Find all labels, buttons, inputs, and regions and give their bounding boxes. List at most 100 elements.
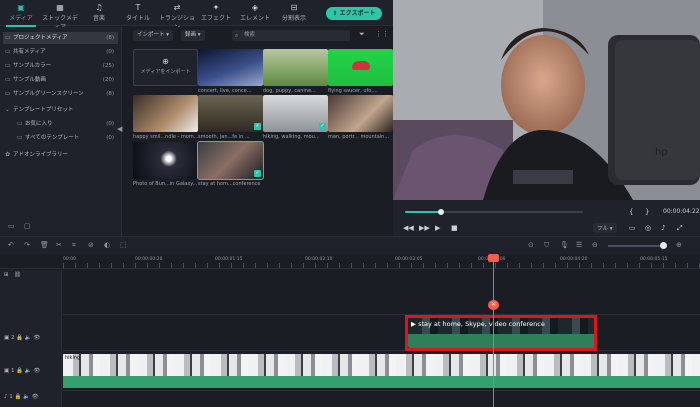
tab-split-screen[interactable]: ⊟ 分割表示 [275, 2, 313, 24]
tab-label: メディア [9, 15, 33, 22]
track-manager-icon[interactable]: ☰ [576, 241, 582, 249]
marker-icon[interactable]: ⛉ [544, 241, 549, 250]
tree-item[interactable]: ▭ サンプルカラー (25) [3, 60, 118, 72]
tree-item[interactable]: ▭ すべてのテンプレート (0) [3, 132, 118, 144]
ruler-tick [87, 263, 88, 268]
eye-icon[interactable]: 👁 [30, 394, 39, 400]
man-portrait-thumbnail[interactable] [328, 95, 393, 132]
mark-out-icon[interactable]: } [645, 208, 649, 216]
playhead-line[interactable] [493, 256, 494, 407]
playback-scrubber-handle[interactable] [437, 209, 444, 215]
app-window: ▣ メディア ▦ストックメディア ♫ 音楽 T タイトル ⇄トランジション ✦ エフェクト ◈ エレメ… [0, 0, 700, 407]
eye-icon[interactable]: 👁 [32, 368, 40, 374]
tab-title[interactable]: T タイトル [119, 2, 157, 24]
tab-transition[interactable]: ⇄トランジション [158, 2, 196, 31]
mic-icon[interactable]: 🎙 [560, 241, 569, 249]
ruler-tick [687, 263, 688, 268]
ruler-tick [567, 263, 568, 268]
tree-item[interactable]: ▭ お気に入り (0) [3, 118, 118, 130]
zoom-in-icon[interactable]: ⊕ [676, 241, 682, 249]
speaker-icon[interactable]: 🔈 [23, 368, 32, 374]
speaker-icon[interactable]: 🔈 [21, 394, 30, 400]
link-icon[interactable]: ⛓ [14, 272, 21, 278]
video-clip-lower[interactable]: hiking [63, 354, 700, 388]
folder-icon: ▭ [5, 62, 11, 69]
galaxy-thumbnail[interactable] [133, 142, 198, 179]
tree-item[interactable]: ▭ サンプル動画 (20) [3, 74, 118, 86]
render-icon[interactable]: ⊙ [528, 241, 534, 249]
filter-icon[interactable]: ⏷ [359, 30, 365, 39]
ruler-tick [495, 263, 496, 268]
snapshot-icon[interactable]: ◎ [645, 224, 651, 232]
tree-item[interactable]: ✿ アドオンライブラリー [3, 149, 118, 161]
search-input[interactable]: ⌕ 検索 [232, 30, 350, 41]
import-tile-label: メディアをインポート [140, 69, 191, 75]
speaker-icon[interactable]: 🔈 [23, 335, 32, 341]
record-dropdown[interactable]: 録画 ▾ [181, 30, 205, 41]
zoom-slider[interactable] [608, 245, 662, 247]
export-button[interactable]: ⇧ エクスポート [326, 7, 382, 20]
new-folder-icon[interactable]: ▭ [8, 222, 15, 230]
dog-thumbnail[interactable] [263, 49, 328, 86]
hiking-thumbnail[interactable]: ✓ [263, 95, 328, 132]
mark-in-icon[interactable]: { [629, 208, 633, 216]
zoom-slider-handle[interactable] [660, 242, 667, 249]
volume-icon[interactable]: ♪ [661, 224, 665, 232]
audio-mixer-icon[interactable]: ⬚ [120, 241, 127, 249]
tab-stock-media[interactable]: ▦ストックメディア [41, 2, 79, 31]
quality-dropdown[interactable]: フル ▾ [593, 223, 617, 233]
tree-item-label: すべてのテンプレート [25, 135, 80, 141]
timeline-ruler[interactable]: 00:00 00:00:00:20 00:00:01:15 00:00:02:10 00… [0, 255, 700, 269]
ufo-thumbnail[interactable] [328, 49, 393, 86]
tree-item[interactable]: ▭ 共有メディア (0) [3, 46, 118, 58]
stay-at-home-thumbnail[interactable]: ✓ [197, 141, 264, 180]
ruler-tick [183, 263, 184, 268]
ruler-tick [507, 263, 508, 268]
ruler-label: 00:00:00:20 [135, 257, 163, 262]
tree-item[interactable]: ⌄ テンプレートプリセット [3, 104, 118, 116]
display-icon[interactable]: ▭ [629, 224, 636, 232]
track-header-video-1: ▣ 1 🔒 🔈 👁 [4, 368, 40, 374]
delete-icon[interactable]: 🗑 [40, 241, 49, 249]
tab-effect[interactable]: ✦ エフェクト [197, 2, 235, 24]
speed-icon[interactable]: ⊘ [88, 241, 94, 249]
color-icon[interactable]: ◐ [104, 241, 110, 249]
tree-item[interactable]: ▭ プロジェクトメディア (8) [3, 32, 118, 44]
tab-music[interactable]: ♫ 音楽 [80, 2, 118, 24]
happy-thumbnail[interactable] [133, 95, 198, 132]
import-dropdown[interactable]: インポート ▾ [133, 30, 174, 41]
grid-view-icon[interactable]: ⋮⋮ [375, 30, 389, 38]
ruler-tick [387, 263, 388, 268]
tree-item-count: (0) [106, 135, 114, 141]
zoom-out-icon[interactable]: ⊖ [592, 241, 598, 249]
eye-icon[interactable]: 👁 [32, 335, 40, 341]
collapse-panel-icon[interactable]: ◀ [117, 125, 122, 133]
undo-icon[interactable]: ↶ [8, 241, 14, 249]
tab-element[interactable]: ◈ エレメント [236, 2, 274, 24]
import-media-tile[interactable]: ⊕ メディアをインポート [133, 49, 198, 86]
ruler-tick [135, 263, 136, 268]
play-icon[interactable]: ▶ [435, 224, 440, 232]
crop-icon[interactable]: ⌗ [72, 241, 76, 250]
selection-highlight-box [405, 315, 597, 351]
redo-icon[interactable]: ↷ [24, 241, 30, 249]
ruler-tick [243, 263, 244, 268]
cut-icon[interactable]: ✂ [56, 241, 62, 249]
tree-item[interactable]: ▭ サンプルグリーンスクリーン (8) [3, 88, 118, 100]
ruler-tick [519, 263, 520, 268]
folder-icon[interactable]: ▢ [24, 222, 31, 230]
playhead-handle[interactable] [488, 254, 499, 262]
stop-icon[interactable]: ■ [451, 224, 458, 232]
ruler-tick [339, 263, 340, 268]
playback-progress-bar[interactable] [405, 209, 583, 215]
step-forward-icon[interactable]: ▶▶ [419, 224, 430, 232]
add-track-icon[interactable]: ⊞ [4, 272, 9, 278]
playhead-marker[interactable]: ✕ [488, 300, 499, 310]
tree-item-count: (20) [102, 77, 114, 83]
quality-label: フル [597, 226, 609, 232]
tab-media[interactable]: ▣ メディア [2, 2, 40, 27]
concert-thumbnail[interactable] [198, 49, 263, 86]
step-back-icon[interactable]: ◀◀ [403, 224, 414, 232]
smooth-thumbnail[interactable]: ✓ [198, 95, 263, 132]
fullscreen-icon[interactable]: ⤢ [677, 224, 683, 233]
